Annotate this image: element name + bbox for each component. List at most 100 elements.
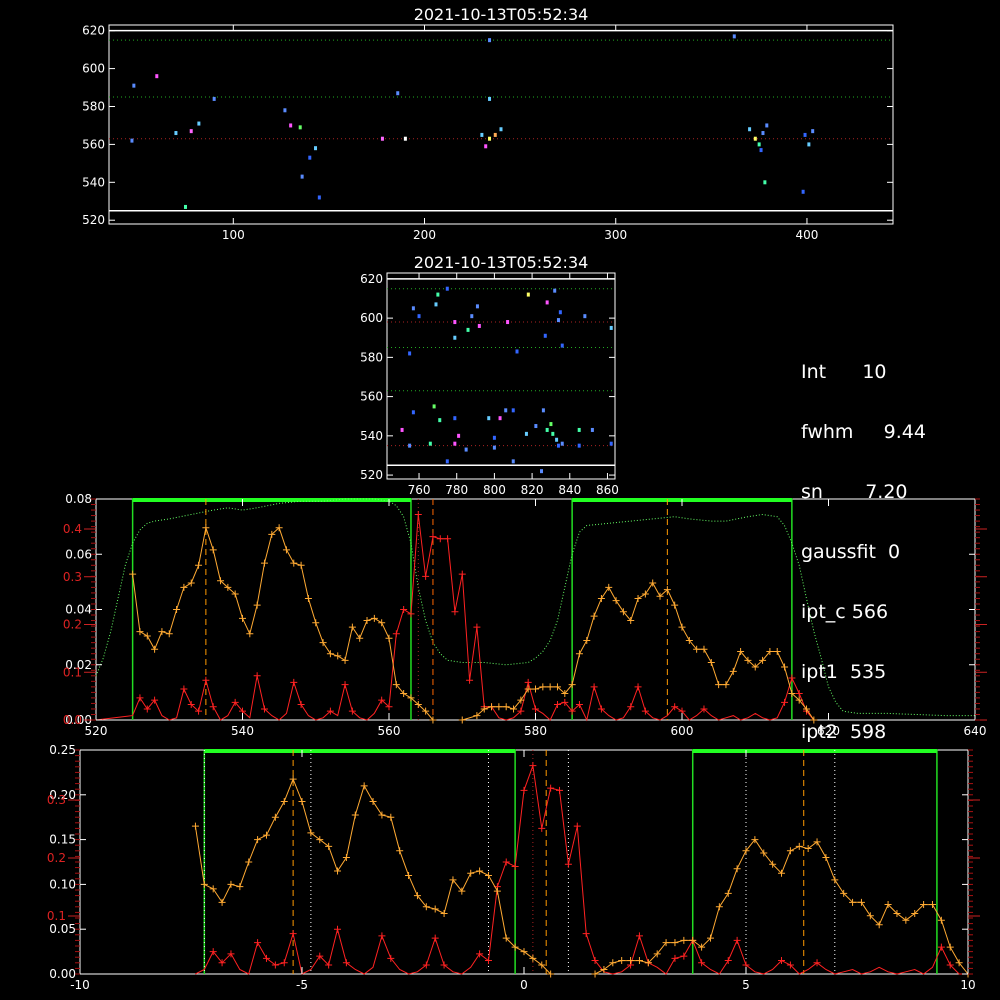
lower-orange-point: [733, 865, 741, 873]
mid-xtick-label: 820: [521, 483, 544, 497]
info-sn: sn 7.20: [801, 481, 908, 503]
top-point: [807, 142, 811, 147]
upper-red-point: [590, 683, 598, 691]
mid-point: [445, 286, 449, 291]
lower-red-point: [556, 786, 564, 794]
mid-point: [453, 416, 457, 421]
lower-red-point: [254, 939, 262, 947]
mid-title: 2021-10-13T05:52:34: [414, 253, 589, 272]
mid-point: [445, 459, 449, 464]
lower-ytick-label: 0.15: [49, 833, 76, 847]
mid-xtick-label: 760: [408, 483, 431, 497]
lower-red-point: [937, 943, 945, 951]
upper-orange-point: [612, 597, 620, 605]
upper-orange-point: [187, 579, 195, 587]
mid-point: [549, 422, 553, 427]
upper-red-point: [634, 683, 642, 691]
upper-red-point: [422, 572, 430, 580]
lower-orange-point: [289, 775, 297, 783]
top-point: [732, 34, 736, 39]
lower-orange-point: [342, 854, 350, 862]
lower-orange-point: [484, 871, 492, 879]
top-point: [132, 83, 136, 88]
lower-orange-point: [831, 876, 839, 884]
mid-point: [453, 320, 457, 325]
lower-orange-point: [396, 847, 404, 855]
upper-orange-point: [532, 685, 539, 693]
top-point: [183, 204, 187, 209]
lower-orange-point: [618, 957, 626, 965]
top-frame: [108, 24, 894, 225]
lower-ytick-label: 0.05: [49, 922, 76, 936]
upper-red-point: [407, 610, 415, 618]
mid-point: [504, 408, 508, 413]
lower-red-point: [289, 930, 297, 938]
mid-point: [545, 427, 549, 432]
mid-point: [487, 416, 491, 421]
info-int: Int 10: [801, 361, 887, 383]
lower-red-point: [538, 824, 546, 832]
lower-orange-point: [280, 798, 288, 806]
top-point: [480, 132, 484, 137]
info-ipt-c: ipt_c 566: [801, 601, 889, 623]
upper-orange-point: [202, 524, 210, 532]
top-point: [765, 123, 769, 128]
upper-orange-point: [641, 590, 649, 598]
upper-orange-point: [326, 650, 334, 658]
upper-orange-point: [583, 636, 591, 644]
top-point: [484, 144, 488, 149]
top-point: [189, 129, 193, 134]
lower-orange-point: [724, 889, 732, 897]
lower-ytick-label: 0.25: [49, 743, 76, 757]
lower-orange-point: [671, 939, 679, 947]
mid-point: [577, 427, 581, 432]
upper-orange-point: [715, 681, 723, 689]
lower-red-point: [520, 786, 528, 794]
lower-red-ytick-label: 0.3: [47, 793, 66, 807]
mid-point: [558, 310, 562, 315]
upper-orange-point: [304, 594, 312, 602]
top-point: [314, 146, 318, 151]
mid-point: [541, 408, 545, 413]
top-ytick-label: 560: [82, 137, 105, 151]
top-point: [493, 132, 497, 137]
upper-orange-point: [575, 650, 583, 658]
lower-red-ytick-label: 0.2: [47, 851, 66, 865]
lower-orange-point: [245, 858, 253, 866]
mid-point: [583, 314, 587, 319]
lower-orange-point: [209, 885, 217, 893]
mid-point: [408, 351, 412, 356]
lower-red-point: [564, 860, 572, 868]
upper-orange-point: [378, 619, 386, 627]
mid-point: [545, 300, 549, 305]
lower-red-point: [422, 961, 430, 969]
upper-orange-point: [363, 617, 371, 625]
mid-point: [438, 418, 442, 423]
lower-orange-point: [378, 811, 386, 819]
upper-red-point: [451, 608, 459, 616]
lower-red-point: [724, 957, 732, 965]
lower-red-point: [547, 784, 555, 792]
upper-orange-point: [722, 681, 730, 689]
mid-point: [464, 447, 468, 452]
info-gaussfit: gaussfit 0: [801, 541, 901, 563]
mid-point: [551, 431, 555, 436]
upper-orange-point: [605, 583, 613, 591]
lower-orange-point: [405, 871, 413, 879]
upper-orange-point: [488, 703, 496, 711]
upper-red-point: [180, 685, 188, 693]
mid-point: [400, 427, 404, 432]
lower-ytick-label: 0.00: [49, 967, 76, 981]
upper-orange-point: [173, 606, 181, 613]
upper-orange-point: [700, 645, 708, 653]
lower-xtick-label: -5: [296, 978, 308, 992]
upper-orange-point: [370, 614, 378, 622]
top-point: [803, 132, 807, 137]
upper-orange-point: [312, 619, 320, 627]
upper-ytick-label: 0.04: [65, 603, 92, 617]
lower-orange-point: [680, 936, 688, 944]
upper-orange-point: [282, 546, 290, 554]
mid-ytick-label: 600: [360, 311, 383, 325]
lower-red-point: [671, 954, 679, 962]
upper-red-ytick-label: 0.4: [63, 522, 82, 536]
